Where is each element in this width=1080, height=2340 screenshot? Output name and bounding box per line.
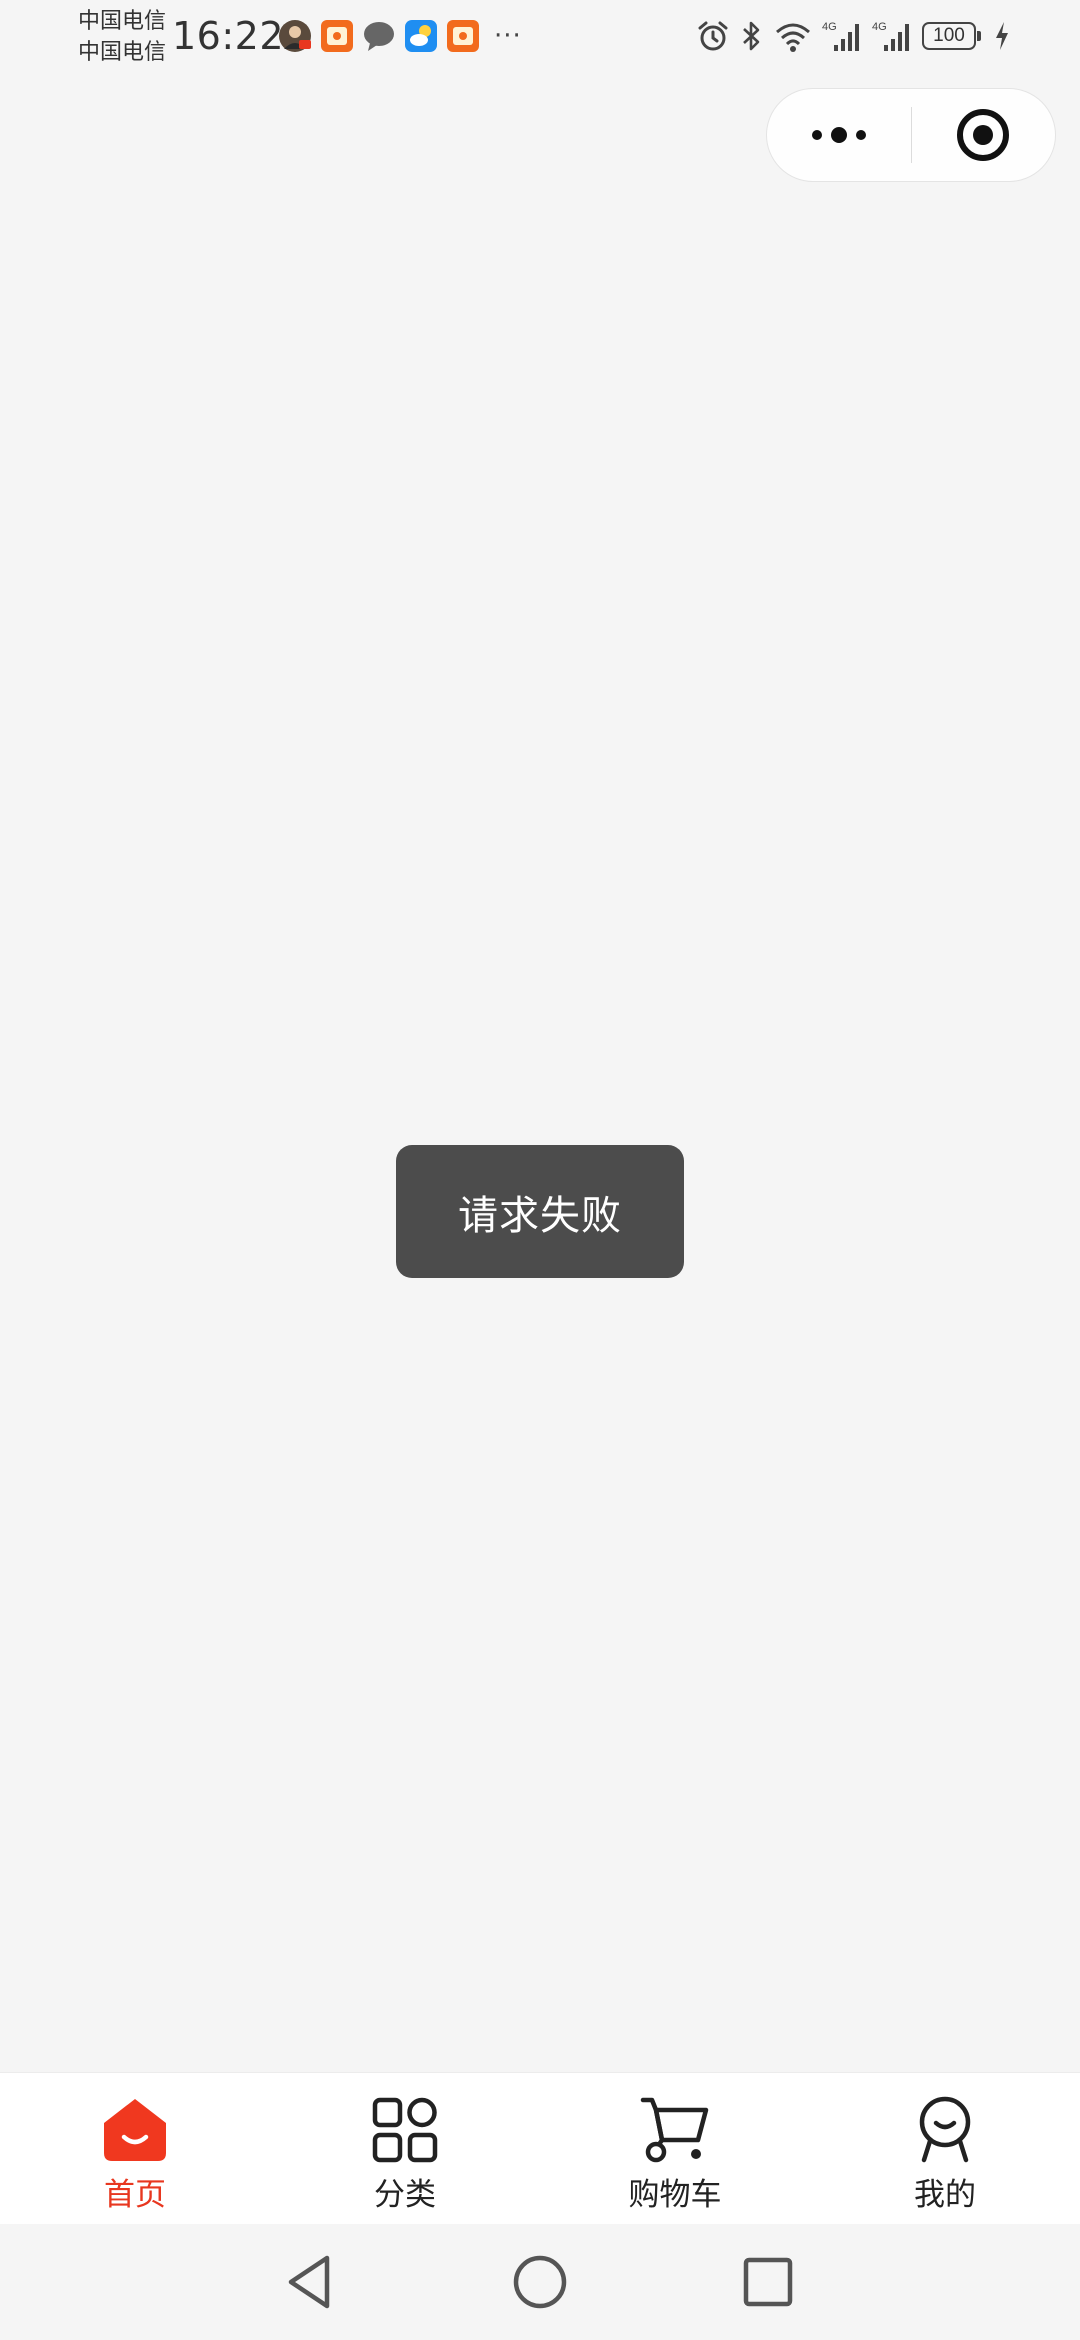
tab-home-label: 首页 bbox=[104, 2177, 166, 2213]
network-type-1: 4G bbox=[822, 21, 837, 33]
tab-profile-label: 我的 bbox=[914, 2177, 976, 2213]
avatar-icon bbox=[278, 19, 312, 53]
system-icons: 4G 4G 100 bbox=[696, 16, 1010, 56]
signal-icon-1: 4G bbox=[822, 19, 862, 53]
bluetooth-icon bbox=[740, 19, 764, 53]
back-icon bbox=[288, 2255, 330, 2309]
notification-icons: ··· bbox=[278, 16, 522, 56]
tab-cart-label: 购物车 bbox=[628, 2177, 722, 2213]
bottom-tab-bar: 首页 分类 购物车 我的 bbox=[0, 2072, 1080, 2225]
red-packet-icon bbox=[446, 19, 480, 53]
tab-home[interactable]: 首页 bbox=[0, 2073, 270, 2225]
close-button[interactable] bbox=[912, 89, 1056, 181]
carrier-line-1: 中国电信 bbox=[78, 9, 167, 34]
home-icon bbox=[100, 2095, 170, 2165]
tab-cart[interactable]: 购物车 bbox=[540, 2073, 810, 2225]
category-grid-icon bbox=[370, 2095, 440, 2165]
tab-category[interactable]: 分类 bbox=[270, 2073, 540, 2225]
cart-icon bbox=[640, 2095, 710, 2165]
carrier-info: 中国电信 中国电信 bbox=[78, 6, 166, 68]
red-packet-icon bbox=[320, 19, 354, 53]
more-notifications-indicator: ··· bbox=[494, 21, 522, 51]
battery-indicator: 100 bbox=[922, 22, 981, 50]
system-navigation-bar bbox=[0, 2224, 1080, 2340]
home-nav-button[interactable] bbox=[508, 2250, 572, 2314]
more-dots-icon bbox=[811, 127, 866, 143]
profile-icon bbox=[910, 2095, 980, 2165]
target-close-icon bbox=[957, 109, 1010, 161]
error-toast: 请求失败 bbox=[396, 1145, 684, 1278]
network-type-2: 4G bbox=[872, 21, 887, 33]
home-circle-icon bbox=[513, 2255, 567, 2309]
status-bar: 中国电信 中国电信 16:22 ··· 4G 4G 100 bbox=[0, 0, 1080, 76]
chat-bubble-icon bbox=[362, 19, 396, 53]
weather-icon bbox=[404, 19, 438, 53]
more-button[interactable] bbox=[767, 89, 911, 181]
charging-icon bbox=[994, 21, 1010, 51]
wifi-icon bbox=[774, 19, 812, 53]
recents-icon bbox=[743, 2257, 793, 2307]
mini-program-capsule bbox=[766, 88, 1056, 182]
signal-icon-2: 4G bbox=[872, 19, 912, 53]
carrier-line-2: 中国电信 bbox=[78, 40, 167, 65]
tab-category-label: 分类 bbox=[374, 2177, 436, 2213]
alarm-icon bbox=[696, 19, 730, 53]
recents-button[interactable] bbox=[736, 2250, 800, 2314]
tab-profile[interactable]: 我的 bbox=[810, 2073, 1080, 2225]
status-time: 16:22 bbox=[172, 14, 285, 58]
back-button[interactable] bbox=[278, 2250, 342, 2314]
toast-message: 请求失败 bbox=[458, 1192, 622, 1239]
